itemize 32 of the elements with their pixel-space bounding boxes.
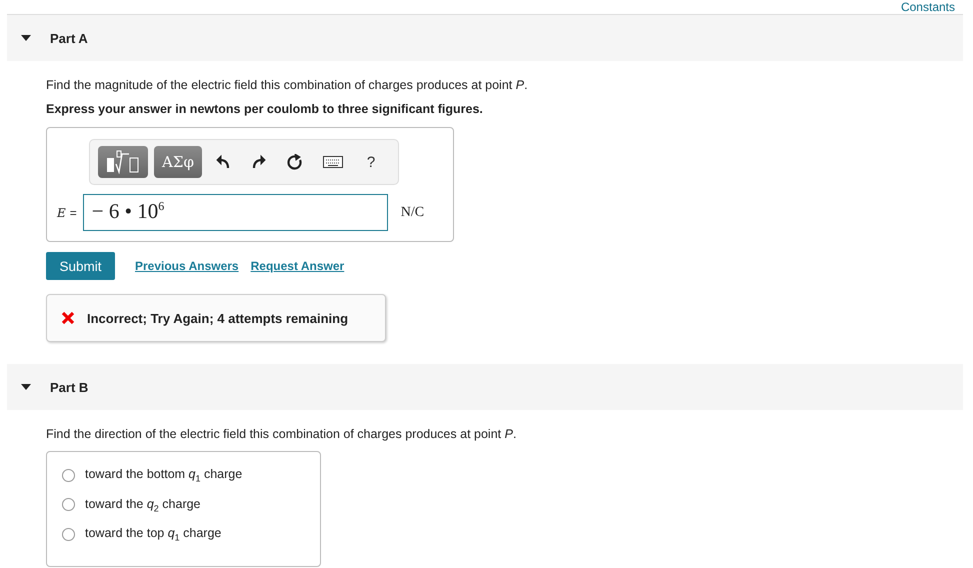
- keyboard-icon: [323, 156, 343, 168]
- option-label[interactable]: toward the bottom q$_{1}$ charge: [85, 467, 242, 484]
- question-text: Find the direction of the electric field this combination of charges produces at point P.: [46, 427, 518, 441]
- reset-icon: [287, 154, 303, 170]
- option-label[interactable]: toward the top q$_{1}$ charge: [85, 526, 222, 542]
- part-title: Part B: [50, 380, 88, 394]
- submit-button[interactable]: Submit: [46, 252, 115, 280]
- caret-icon[interactable]: [21, 33, 31, 43]
- part-header[interactable]: Part B: [7, 364, 963, 410]
- option-label[interactable]: toward the q$_{2}$ charge: [85, 496, 201, 513]
- symbols-button[interactable]: ΑΣφ: [154, 146, 202, 178]
- undo-icon: [215, 154, 231, 170]
- part-title: Part A: [50, 30, 88, 46]
- question-text: Find the magnitude of the electric field this combination of charges produces at point P.: [46, 78, 529, 92]
- radio-button[interactable]: [62, 528, 75, 541]
- help-button[interactable]: ?: [356, 146, 386, 178]
- answer-link[interactable]: Previous Answers: [135, 259, 239, 273]
- caret-icon[interactable]: [21, 382, 31, 392]
- root-template-icon: [106, 150, 140, 174]
- radio-button[interactable]: [62, 468, 75, 482]
- constants-link[interactable]: Constants: [900, 1, 963, 13]
- unit-label: N/C: [400, 204, 424, 220]
- part-header[interactable]: Part A: [7, 15, 963, 61]
- feedback-message: Incorrect; Try Again; 4 attempts remaining: [87, 310, 348, 326]
- equals-sign: =: [70, 206, 77, 220]
- redo-icon: [251, 154, 267, 170]
- template-button[interactable]: [98, 146, 148, 178]
- radio-button[interactable]: [62, 498, 75, 512]
- variable-label: E: [57, 206, 66, 220]
- answer-link[interactable]: Request Answer: [250, 259, 344, 273]
- answer-field[interactable]: − 6 • 10$^{6}$: [82, 194, 388, 231]
- instruction-text: Express your answer in newtons per coulomb to three significant figures.: [46, 102, 484, 116]
